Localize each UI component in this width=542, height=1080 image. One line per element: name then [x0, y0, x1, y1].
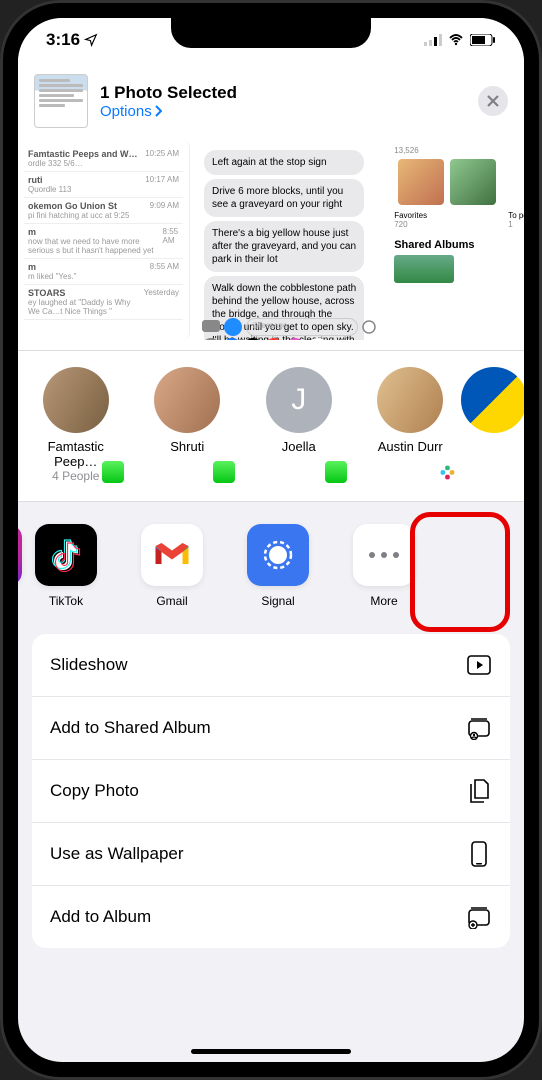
action-use-as-wallpaper[interactable]: Use as Wallpaper — [32, 823, 510, 886]
share-actions-list: Slideshow Add to Shared Album Copy Photo… — [32, 634, 510, 948]
annotation-highlight — [410, 512, 510, 632]
tiktok-icon — [48, 537, 84, 573]
gmail-icon — [152, 540, 192, 570]
share-contacts-row: Famtastic Peep… 4 People Shruti J Joella… — [18, 351, 524, 502]
header-title: 1 Photo Selected — [100, 83, 466, 103]
close-icon — [487, 95, 499, 107]
status-time: 3:16 — [46, 30, 80, 50]
slack-badge-icon — [434, 459, 460, 485]
options-button[interactable]: Options — [100, 103, 466, 120]
action-copy-photo[interactable]: Copy Photo — [32, 760, 510, 823]
home-indicator — [191, 1049, 351, 1054]
share-contact-famtastic[interactable]: Famtastic Peep… 4 People — [28, 367, 124, 483]
share-contact-shruti[interactable]: Shruti — [140, 367, 236, 483]
add-album-icon — [466, 904, 492, 930]
signal-icon — [258, 535, 298, 575]
play-icon — [466, 652, 492, 678]
more-icon — [366, 550, 402, 560]
share-app-gmail[interactable]: Gmail — [126, 524, 218, 608]
background-apps-preview: Famtastic Peeps and W…ordle 332 5/6…10:2… — [18, 140, 524, 350]
share-app-tiktok[interactable]: TikTok — [20, 524, 112, 608]
phone-icon — [466, 841, 492, 867]
copy-icon — [466, 778, 492, 804]
messages-badge-icon — [323, 459, 349, 485]
share-contact-partial[interactable] — [474, 367, 514, 483]
action-add-to-album[interactable]: Add to Album — [32, 886, 510, 948]
close-button[interactable] — [478, 86, 508, 116]
messages-badge-icon — [211, 459, 237, 485]
action-slideshow[interactable]: Slideshow — [32, 634, 510, 697]
share-contact-austin[interactable]: Austin Durr — [363, 367, 459, 483]
shared-album-icon — [466, 715, 492, 741]
action-add-shared-album[interactable]: Add to Shared Album — [32, 697, 510, 760]
photo-thumbnail — [34, 74, 88, 128]
battery-icon — [470, 34, 496, 46]
location-icon — [84, 33, 98, 47]
share-contact-joella[interactable]: J Joella — [251, 367, 347, 483]
chevron-right-icon — [154, 105, 162, 117]
messages-badge-icon — [100, 459, 126, 485]
selected-check-icon: ✓ — [307, 338, 329, 340]
cellular-icon — [424, 34, 442, 46]
share-app-signal[interactable]: Signal — [232, 524, 324, 608]
wifi-icon — [448, 34, 464, 46]
share-apps-row: ger TikTok Gmail — [18, 502, 524, 634]
